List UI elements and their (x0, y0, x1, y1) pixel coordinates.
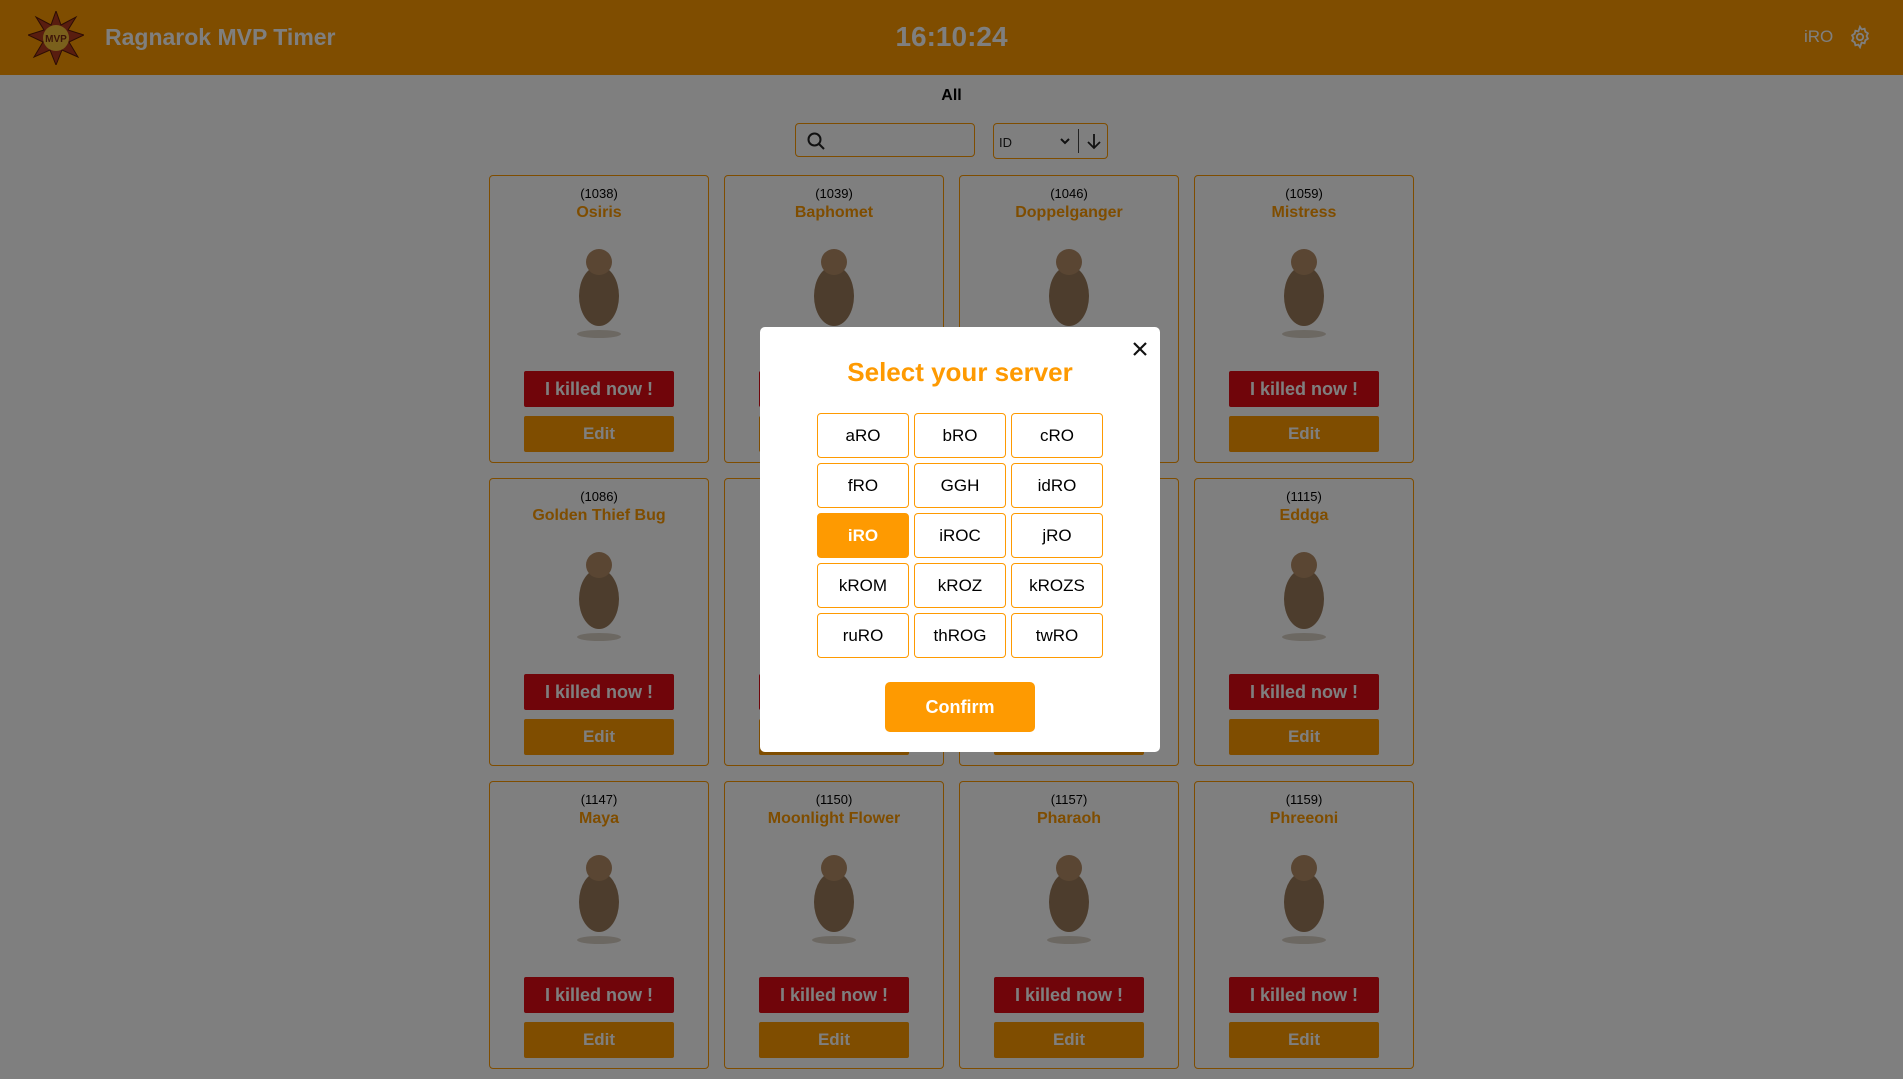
server-option-iro[interactable]: iRO (817, 513, 909, 558)
server-option-kroz[interactable]: kROZ (914, 563, 1006, 608)
server-grid: aRO bRO cRO fRO GGH idRO iRO iROC jRO kROM kROZ kRO… (817, 413, 1105, 658)
server-option-ruro[interactable]: ruRO (817, 613, 909, 658)
server-option-krozs[interactable]: kROZS (1011, 563, 1103, 608)
server-option-twro[interactable]: twRO (1011, 613, 1103, 658)
server-option-bro[interactable]: bRO (914, 413, 1006, 458)
server-option-aro[interactable]: aRO (817, 413, 909, 458)
server-option-jro[interactable]: jRO (1011, 513, 1103, 558)
server-option-idro[interactable]: idRO (1011, 463, 1103, 508)
confirm-button[interactable]: Confirm (885, 682, 1035, 732)
server-option-cro[interactable]: cRO (1011, 413, 1103, 458)
server-select-modal: Select your server aRO bRO cRO fRO GGH idRO iR… (760, 327, 1160, 752)
server-option-throg[interactable]: thROG (914, 613, 1006, 658)
server-option-fro[interactable]: fRO (817, 463, 909, 508)
server-option-krom[interactable]: kROM (817, 563, 909, 608)
modal-title: Select your server (847, 357, 1073, 387)
server-option-ggh[interactable]: GGH (914, 463, 1006, 508)
server-option-iroc[interactable]: iROC (914, 513, 1006, 558)
